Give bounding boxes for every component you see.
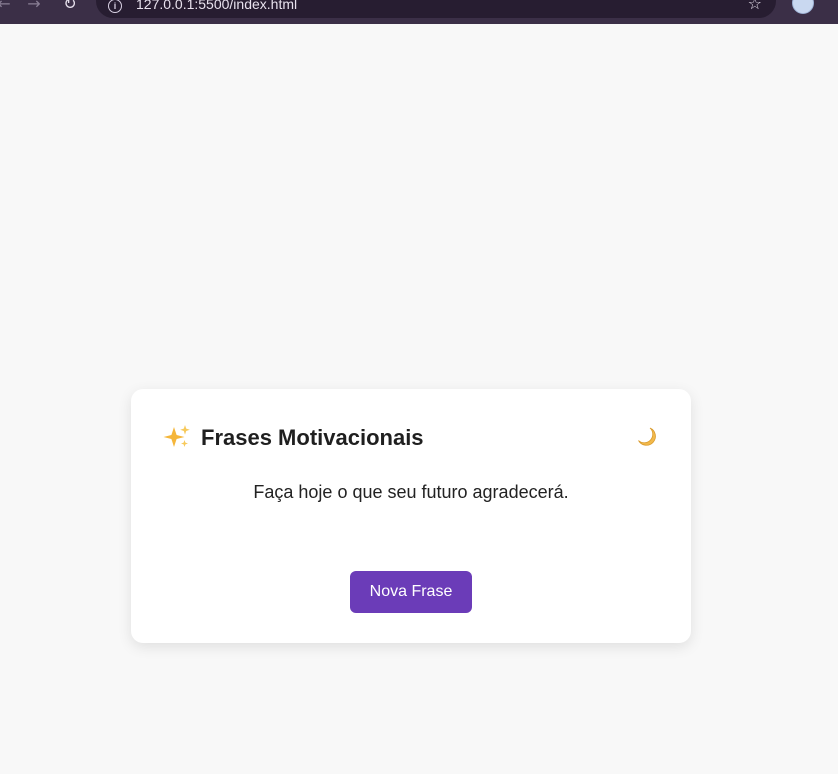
- bookmark-star-icon[interactable]: ☆: [748, 0, 762, 13]
- quote-text: Faça hoje o que seu futuro agradecerá.: [253, 482, 569, 502]
- reload-icon[interactable]: ↻: [60, 0, 80, 16]
- forward-arrow-icon[interactable]: →: [24, 0, 44, 16]
- address-bar[interactable]: i 127.0.0.1:5500/index.html ☆: [96, 0, 776, 18]
- new-quote-button[interactable]: Nova Frase: [350, 571, 472, 613]
- sparkles-icon: [163, 424, 191, 450]
- theme-toggle-moon-icon[interactable]: [635, 425, 659, 449]
- card-header: Frases Motivacionais: [163, 423, 659, 451]
- quote-card: Frases Motivacionais Faça hoje o que seu…: [131, 389, 691, 643]
- page-title: Frases Motivacionais: [201, 425, 424, 450]
- profile-avatar[interactable]: [792, 0, 814, 14]
- url-text[interactable]: 127.0.0.1:5500/index.html: [136, 0, 297, 12]
- site-info-icon[interactable]: i: [108, 0, 122, 13]
- browser-toolbar: ← → ↻ i 127.0.0.1:5500/index.html ☆: [0, 0, 838, 24]
- back-arrow-icon[interactable]: ←: [0, 0, 14, 16]
